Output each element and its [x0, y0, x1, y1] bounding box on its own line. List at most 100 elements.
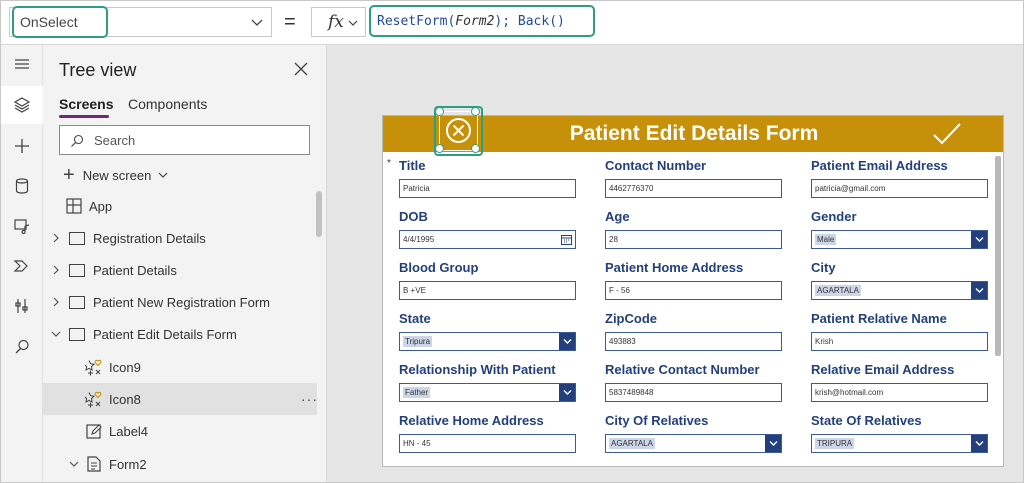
more-options-icon[interactable]: ···: [301, 391, 318, 407]
tree-item-patient-edit-details-form[interactable]: Patient Edit Details Form: [43, 318, 317, 350]
formula-prefix: ResetForm(: [377, 14, 456, 29]
input-blood-group[interactable]: B +VE: [399, 281, 576, 300]
edit-label-icon: [86, 424, 102, 439]
chevron-down-icon: [563, 339, 572, 344]
input-patient-email-address[interactable]: patricia@gmail.com: [811, 179, 988, 198]
media-icon: [14, 219, 30, 235]
field-value: B +VE: [403, 286, 426, 295]
dropdown-city-of-relatives[interactable]: AGARTALA: [605, 434, 782, 453]
tree-view-panel: Tree view Screens Components + New scree…: [43, 45, 327, 482]
resize-handle[interactable]: [471, 144, 480, 153]
chevron-right-icon: [53, 297, 59, 307]
power-automate-button[interactable]: [1, 247, 43, 285]
screen-icon: [69, 295, 85, 309]
dropdown-gender[interactable]: Male: [811, 230, 988, 249]
search-input[interactable]: [94, 131, 294, 149]
tree-scrollbar[interactable]: [316, 191, 322, 237]
search-rail-button[interactable]: [1, 328, 43, 366]
fx-button[interactable]: fx: [311, 7, 366, 37]
media-button[interactable]: [1, 207, 43, 245]
input-zipcode[interactable]: 493883: [605, 332, 782, 351]
data-button[interactable]: [1, 167, 43, 205]
input-age[interactable]: 28: [605, 230, 782, 249]
tree-view-title: Tree view: [59, 60, 137, 80]
insert-button[interactable]: [1, 127, 43, 165]
field-label-dob: DOB: [399, 209, 428, 224]
tab-screens[interactable]: Screens: [59, 96, 113, 112]
input-title[interactable]: Patricia: [399, 179, 576, 198]
search-box[interactable]: [59, 125, 310, 155]
tree-item-label: Patient New Registration Form: [93, 294, 271, 310]
dropdown-chevron-button[interactable]: [559, 333, 575, 350]
field-label-patient-relative-name: Patient Relative Name: [811, 311, 947, 326]
chevron-right-icon: [53, 233, 59, 243]
cancel-icon[interactable]: [445, 117, 472, 144]
tree-item-patient-new-registration-form[interactable]: Patient New Registration Form: [43, 286, 317, 318]
dropdown-chevron-button[interactable]: [559, 384, 575, 401]
tree-item-icon9[interactable]: Icon9: [43, 351, 317, 383]
new-screen-button[interactable]: + New screen: [63, 165, 168, 185]
field-value: F - 56: [609, 286, 630, 295]
property-dropdown[interactable]: OnSelect: [9, 6, 272, 38]
dropdown-state-of-relatives[interactable]: TRIPURA: [811, 434, 988, 453]
field-label-state: State: [399, 311, 431, 326]
calendar-icon[interactable]: [560, 233, 573, 246]
formula-arg: Form2: [455, 14, 495, 29]
close-icon[interactable]: [293, 61, 309, 77]
input-relative-email-address[interactable]: krish@hotmail.com: [811, 383, 988, 402]
hamburger-menu-button[interactable]: [1, 45, 43, 83]
tab-components[interactable]: Components: [128, 96, 207, 112]
tree-item-patient-details[interactable]: Patient Details: [43, 254, 317, 286]
plus-icon: +: [63, 164, 75, 186]
tree-item-label: Icon9: [109, 359, 141, 375]
dropdown-city[interactable]: AGARTALA: [811, 281, 988, 300]
input-relative-home-address[interactable]: HN - 45: [399, 434, 576, 453]
dropdown-chevron-button[interactable]: [971, 231, 987, 248]
chevron-down-icon: [251, 19, 263, 26]
tree-item-label4[interactable]: Label4: [43, 415, 317, 447]
tree-item-app[interactable]: App: [43, 190, 317, 222]
tree-item-icon8[interactable]: Icon8 ···: [43, 383, 317, 415]
tree-item-form2[interactable]: Form2: [43, 448, 317, 480]
left-rail: [1, 45, 43, 482]
dropdown-chevron-button[interactable]: [765, 435, 781, 452]
dropdown-state[interactable]: Tripura: [399, 332, 576, 351]
dropdown-relationship-with-patient[interactable]: Father: [399, 383, 576, 402]
chevron-down-icon: [158, 172, 168, 178]
field-label-title: Title: [399, 158, 426, 173]
formula-text: ResetForm(Form2); Back(): [377, 14, 565, 29]
resize-handle[interactable]: [435, 107, 444, 116]
field-label-gender: Gender: [811, 209, 857, 224]
formula-input[interactable]: ResetForm(Form2); Back(): [369, 5, 595, 37]
tree-item-label: App: [89, 198, 113, 214]
input-patient-home-address[interactable]: F - 56: [605, 281, 782, 300]
icon8-selection[interactable]: [434, 106, 483, 156]
tree-item-label: Patient Edit Details Form: [93, 326, 237, 342]
field-label-city: City: [811, 260, 836, 275]
dropdown-chevron-button[interactable]: [971, 282, 987, 299]
search-icon: [15, 339, 29, 354]
tree-view-button[interactable]: [1, 86, 43, 124]
field-value: AGARTALA: [815, 285, 861, 296]
tree-item-label: Icon8: [109, 391, 141, 407]
resize-handle[interactable]: [471, 107, 480, 116]
resize-handle[interactable]: [435, 144, 444, 153]
date-picker-dob[interactable]: 4/4/1995: [399, 230, 576, 249]
field-value: 4/4/1995: [403, 235, 435, 244]
input-relative-contact-number[interactable]: 5837489848: [605, 383, 782, 402]
hamburger-icon: [15, 59, 29, 69]
checkmark-icon[interactable]: [932, 121, 962, 147]
tree-item-label: Patient Details: [93, 262, 177, 278]
field-value: HN - 45: [403, 439, 431, 448]
fx-icon: fx: [328, 12, 344, 32]
input-contact-number[interactable]: 4462776370: [605, 179, 782, 198]
form-scrollbar[interactable]: [995, 156, 1001, 356]
tree-item-registration-details[interactable]: Registration Details: [43, 222, 317, 254]
field-value: Tripura: [403, 336, 433, 347]
dropdown-chevron-button[interactable]: [971, 435, 987, 452]
input-patient-relative-name[interactable]: Krish: [811, 332, 988, 351]
advanced-tools-button[interactable]: [1, 287, 43, 325]
field-value: AGARTALA: [609, 438, 655, 449]
field-value: 5837489848: [609, 388, 654, 397]
field-value: TRIPURA: [815, 438, 855, 449]
